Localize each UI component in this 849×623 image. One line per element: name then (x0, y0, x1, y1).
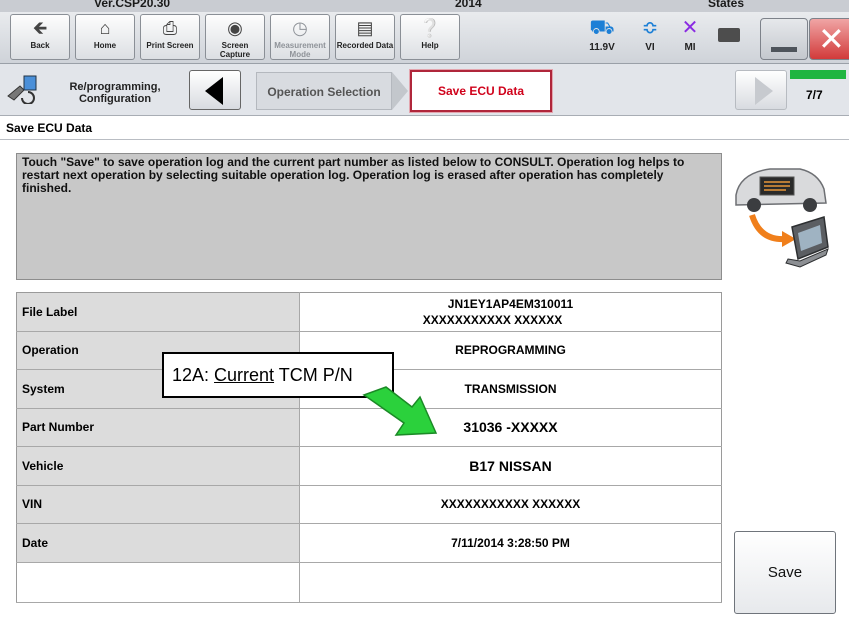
printer-icon: ⎙ (162, 18, 178, 38)
year-label: 2014 (455, 0, 482, 10)
instruction-text: Touch "Save" to save operation log and t… (22, 155, 685, 195)
vin-value: XXXXXXXXXXX XXXXXX (299, 485, 722, 524)
table-row: Vehicle B17 NISSAN (16, 446, 722, 486)
annotation-arrow-icon (362, 386, 438, 436)
recorded-data-icon: ▤ (356, 18, 374, 38)
version-label: Ver.CSP20.30 (94, 0, 171, 10)
progress-bar (790, 70, 846, 79)
close-icon: ✕ (818, 21, 845, 57)
breadcrumb-home-label[interactable]: Re/programming, Configuration (40, 81, 190, 105)
help-icon: ❔ (418, 18, 442, 38)
file-label-text: JN1EY1AP4EM310011 (447, 296, 574, 311)
instruction-panel: Touch "Save" to save operation log and t… (16, 153, 722, 280)
back-arrow-icon: 🡸 (32, 18, 48, 38)
file-label-key: File Label (16, 292, 300, 332)
step-save-ecu-data[interactable]: Save ECU Data (409, 69, 553, 113)
breadcrumb: Re/programming, Configuration Operation … (0, 64, 849, 116)
file-label-value: JN1EY1AP4EM310011 XXXXXXXXXXX XXXXXX (299, 292, 722, 332)
camera-icon: ◉ (227, 18, 243, 38)
part-number-key: Part Number (16, 408, 300, 447)
annotation-underlined: Current (214, 365, 275, 385)
recorded-data-button[interactable]: ▤ Recorded Data (335, 14, 395, 60)
date-value: 7/11/2014 3:28:50 PM (299, 523, 722, 563)
title-strip: Ver.CSP20.30 2014 States (0, 0, 849, 12)
screen-capture-button[interactable]: ◉ Screen Capture (205, 14, 265, 60)
progress-label: 7/7 (806, 88, 823, 102)
x-mark-icon: ✕ (681, 17, 699, 39)
annotation-suffix: TCM P/N (274, 365, 353, 385)
mi-status: ✕ MI (667, 14, 713, 60)
page-title: Save ECU Data (0, 116, 849, 140)
file-label-overlay-text: XXXXXXXXXXX XXXXXX (416, 311, 593, 328)
vehicle-key: Vehicle (16, 446, 300, 486)
print-screen-button[interactable]: ⎙ Print Screen (140, 14, 200, 60)
left-triangle-icon (205, 77, 223, 105)
right-triangle-icon (755, 77, 773, 105)
battery-status: ⛟ 11.9V (579, 14, 625, 60)
car-battery-icon: ⛟ (589, 17, 615, 39)
meter-icon: ◷ (292, 18, 308, 38)
step-operation-selection[interactable]: Operation Selection (256, 72, 392, 110)
annotation-prefix: 12A: (172, 365, 215, 385)
table-row: Date 7/11/2014 3:28:50 PM (16, 523, 722, 563)
measurement-mode-button[interactable]: ◷ Measurement Mode (270, 14, 330, 60)
progress-fill (790, 70, 846, 79)
table-row: File Label JN1EY1AP4EM310011 XXXXXXXXXXX… (16, 292, 722, 332)
empty-cell (16, 562, 300, 603)
save-button[interactable]: Save (734, 531, 836, 614)
minimize-button[interactable] (760, 18, 808, 60)
home-button[interactable]: ⌂ Home (75, 14, 135, 60)
minimize-icon (771, 47, 797, 52)
toolbar: 🡸 Back ⌂ Home ⎙ Print Screen ◉ Screen Ca… (0, 12, 849, 64)
step-arrow-icon (392, 72, 408, 110)
empty-cell (299, 562, 722, 603)
close-button[interactable]: ✕ (809, 18, 849, 60)
back-button[interactable]: 🡸 Back (10, 14, 70, 60)
vi-indicator-icon (718, 28, 740, 42)
save-to-laptop-icon (730, 155, 830, 273)
region-label: States (708, 0, 745, 10)
table-row (16, 562, 722, 603)
home-icon: ⌂ (99, 18, 111, 38)
date-key: Date (16, 523, 300, 563)
next-step-button[interactable] (735, 70, 787, 110)
previous-step-button[interactable] (189, 70, 241, 110)
help-button[interactable]: ❔ Help (400, 14, 460, 60)
vin-key: VIN (16, 485, 300, 524)
ecu-data-table: File Label JN1EY1AP4EM310011 XXXXXXXXXXX… (16, 292, 722, 603)
reprogramming-icon (6, 74, 38, 105)
table-row: VIN XXXXXXXXXXX XXXXXX (16, 485, 722, 524)
vehicle-value: B17 NISSAN (299, 446, 722, 486)
